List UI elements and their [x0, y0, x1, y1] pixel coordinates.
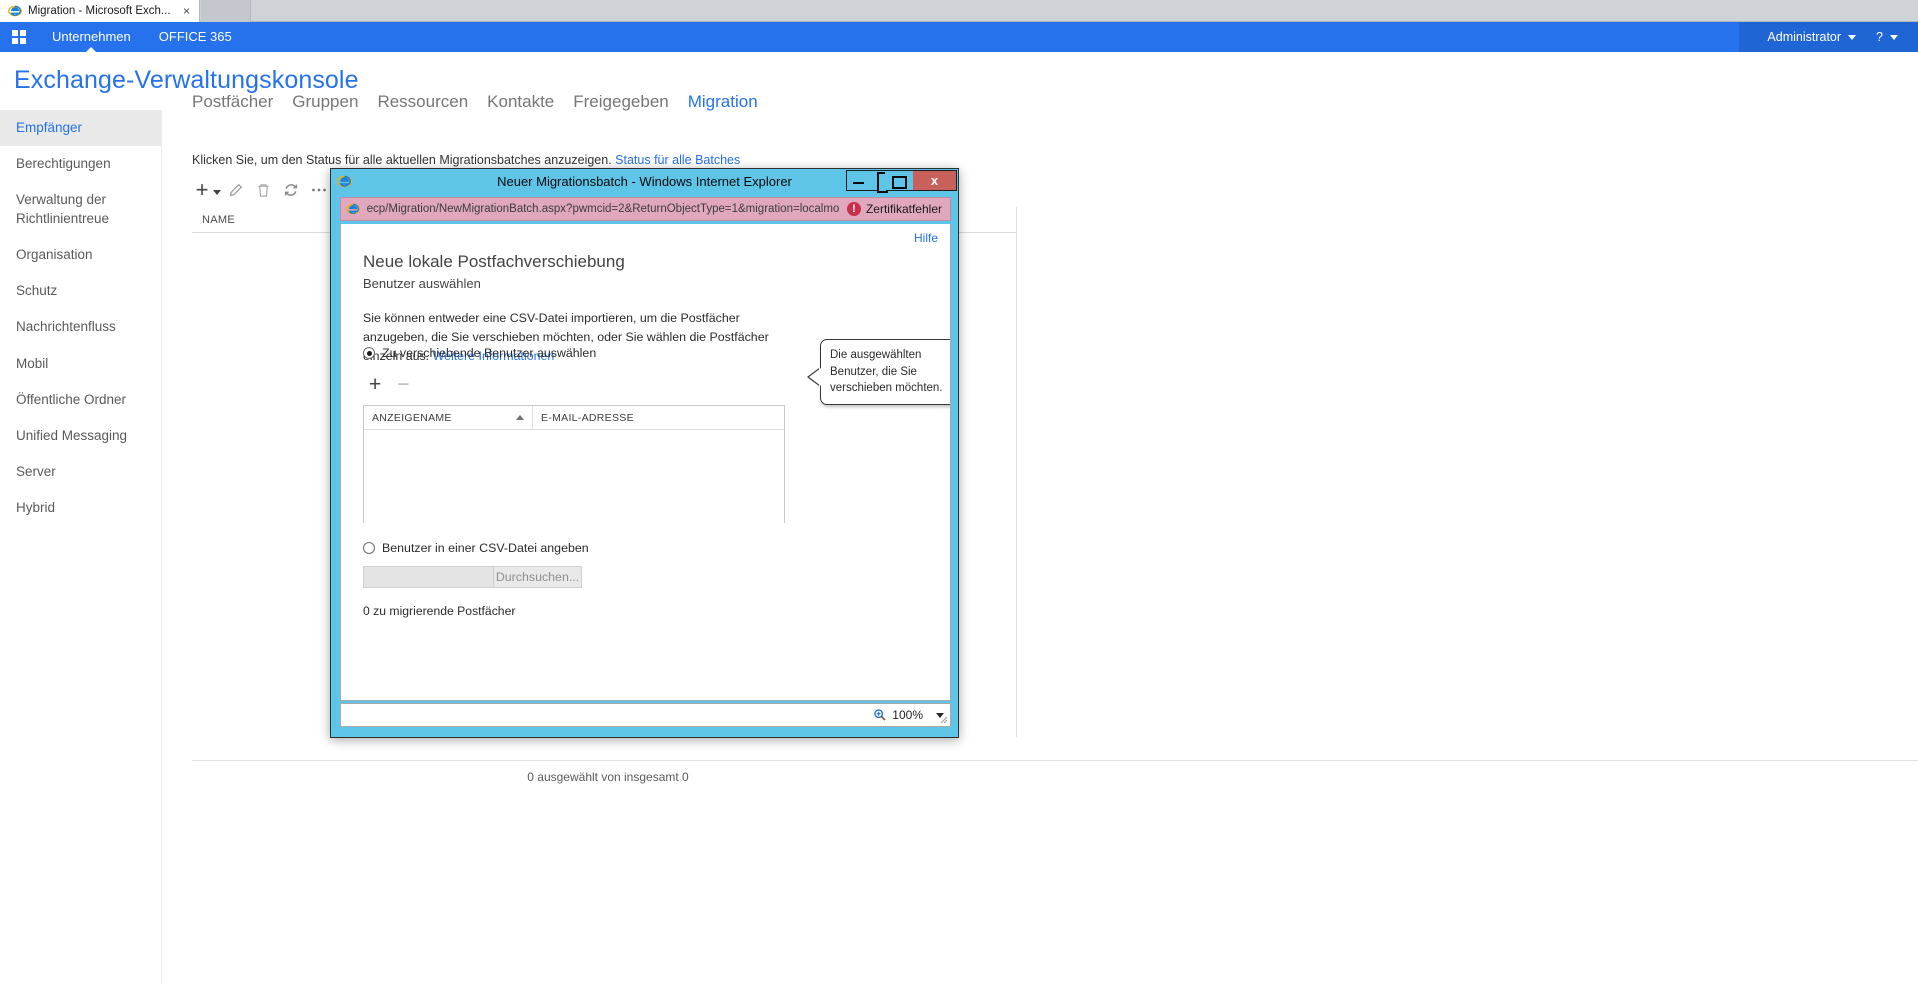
close-button[interactable]: x	[913, 171, 956, 190]
dialog-status-bar: 100%	[340, 703, 951, 727]
window-controls: x	[846, 170, 957, 191]
sidebar-item-berechtigungen[interactable]: Berechtigungen	[0, 146, 161, 182]
browser-tab-title: Migration - Microsoft Exch...	[28, 5, 174, 17]
resize-grip-icon[interactable]	[938, 714, 948, 724]
grid-header-row: ANZEIGENAME E-MAIL-ADRESSE	[364, 406, 784, 430]
radio-csv-row[interactable]: Benutzer in einer CSV-Datei angeben	[363, 541, 589, 555]
add-icon[interactable]: +	[192, 176, 212, 204]
list-selection-status: 0 ausgewählt von insgesamt 0	[0, 770, 1216, 784]
internet-explorer-icon	[341, 202, 365, 216]
question-mark-icon: ?	[1876, 30, 1883, 44]
callout-tail	[809, 368, 821, 386]
tab-ressourcen[interactable]: Ressourcen	[377, 92, 468, 114]
sidebar-item-mobil[interactable]: Mobil	[0, 346, 161, 382]
tab-migration[interactable]: Migration	[688, 92, 758, 114]
refresh-icon[interactable]	[277, 176, 305, 204]
suite-link-office365[interactable]: OFFICE 365	[145, 22, 246, 52]
suite-link-unternehmen[interactable]: Unternehmen	[38, 22, 145, 52]
zoom-control[interactable]: 100%	[873, 708, 944, 722]
radio-csv-label: Benutzer in einer CSV-Datei angeben	[382, 541, 589, 555]
radio-select-users-label: Zu verschiebende Benutzer auswählen	[382, 346, 596, 360]
tooltip-callout: Die ausgewählten Benutzer, die Sie versc…	[820, 339, 951, 405]
list-bottom-divider	[192, 760, 1918, 761]
pivot-tabs: Postfächer Gruppen Ressourcen Kontakte F…	[192, 92, 758, 114]
sidebar-item-nachrichtenfluss[interactable]: Nachrichtenfluss	[0, 309, 161, 345]
radio-select-users-row[interactable]: Zu verschiebende Benutzer auswählen	[363, 346, 596, 360]
csv-file-picker: Durchsuchen...	[363, 566, 582, 588]
more-options-icon[interactable]	[305, 176, 333, 204]
grid-column-display-name-label: ANZEIGENAME	[372, 412, 452, 424]
status-all-batches-link[interactable]: Status für alle Batches	[615, 153, 740, 167]
sidebar-item-oeffentliche-ordner[interactable]: Öffentliche Ordner	[0, 382, 161, 418]
office365-suite-bar: Unternehmen OFFICE 365 Administrator ?	[0, 22, 1918, 52]
csv-file-path-field[interactable]	[363, 566, 494, 588]
address-bar[interactable]: ecp/Migration/NewMigrationBatch.aspx?pwm…	[340, 197, 951, 221]
dialog-heading: Neue lokale Postfachverschiebung	[363, 252, 625, 272]
tab-freigegeben[interactable]: Freigegeben	[573, 92, 668, 114]
tab-kontakte[interactable]: Kontakte	[487, 92, 554, 114]
browser-tab[interactable]: Migration - Microsoft Exch... ×	[0, 0, 200, 22]
list-toolbar: +	[192, 176, 333, 204]
help-menu[interactable]: ?	[1866, 30, 1908, 44]
add-icon[interactable]: +	[369, 374, 381, 395]
sidebar-item-organisation[interactable]: Organisation	[0, 237, 161, 273]
help-link[interactable]: Hilfe	[914, 231, 938, 245]
internet-explorer-icon	[8, 4, 22, 18]
sort-ascending-icon	[516, 415, 524, 420]
remove-icon[interactable]: −	[397, 374, 409, 395]
certificate-error-label: Zertifikatfehler	[866, 202, 942, 216]
window-control-separator	[875, 171, 885, 190]
window-title-bar[interactable]: Neuer Migrationsbatch - Windows Internet…	[331, 169, 958, 194]
radio-button-select-users[interactable]	[363, 347, 375, 359]
app-launcher-icon[interactable]	[0, 22, 38, 52]
list-detail-divider	[1016, 207, 1017, 737]
chevron-down-icon	[1848, 35, 1856, 40]
chevron-down-icon[interactable]	[213, 190, 221, 195]
browse-button[interactable]: Durchsuchen...	[494, 566, 582, 588]
new-tab-button[interactable]	[201, 0, 251, 22]
sidebar-item-empfaenger[interactable]: Empfänger	[0, 110, 161, 146]
tab-gruppen[interactable]: Gruppen	[292, 92, 358, 114]
restore-button[interactable]	[885, 171, 913, 190]
sidebar-item-unified-messaging[interactable]: Unified Messaging	[0, 418, 161, 454]
new-migration-batch-window: Neuer Migrationsbatch - Windows Internet…	[330, 168, 959, 738]
tab-postfaecher[interactable]: Postfächer	[192, 92, 273, 114]
zoom-icon	[873, 708, 887, 722]
sidebar-item-server[interactable]: Server	[0, 454, 161, 490]
sidebar-item-hybrid[interactable]: Hybrid	[0, 490, 161, 526]
certificate-error-button[interactable]: ! Zertifikatfehler	[845, 202, 950, 216]
account-name: Administrator	[1767, 30, 1841, 44]
grid-add-remove-toolbar: + −	[369, 374, 410, 395]
grid-column-email[interactable]: E-MAIL-ADRESSE	[533, 406, 784, 429]
close-icon[interactable]: ×	[180, 5, 193, 17]
suite-bar-right: Administrator ?	[1739, 22, 1918, 52]
grid-column-display-name[interactable]: ANZEIGENAME	[364, 406, 533, 429]
selected-users-grid[interactable]: ANZEIGENAME E-MAIL-ADRESSE	[363, 405, 785, 523]
migration-hint: Klicken Sie, um den Status für alle aktu…	[192, 153, 740, 167]
grid-body-empty	[364, 430, 784, 523]
migration-hint-text: Klicken Sie, um den Status für alle aktu…	[192, 153, 612, 167]
callout-text: Die ausgewählten Benutzer, die Sie versc…	[830, 349, 943, 394]
dialog-page-content: Hilfe Neue lokale Postfachverschiebung B…	[340, 224, 951, 701]
sidebar-item-richtlinientreue[interactable]: Verwaltung der Richtlinientreue	[0, 182, 161, 236]
sidebar: Empfänger Berechtigungen Verwaltung der …	[0, 110, 162, 984]
error-shield-icon: !	[847, 202, 861, 216]
delete-trash-icon[interactable]	[249, 176, 277, 204]
dialog-subheading: Benutzer auswählen	[363, 276, 481, 291]
grid-column-email-label: E-MAIL-ADRESSE	[541, 412, 634, 424]
account-menu[interactable]: Administrator	[1757, 30, 1866, 44]
radio-button-csv[interactable]	[363, 542, 375, 554]
mailbox-count-text: 0 zu migrierende Postfächer	[363, 604, 515, 618]
chevron-down-icon	[1890, 35, 1898, 40]
edit-pencil-icon[interactable]	[221, 176, 249, 204]
page-title: Exchange-Verwaltungskonsole	[14, 66, 359, 95]
browser-tab-strip: Migration - Microsoft Exch... ×	[0, 0, 1918, 22]
minimize-button[interactable]	[847, 171, 875, 190]
address-url-text: ecp/Migration/NewMigrationBatch.aspx?pwm…	[365, 203, 845, 215]
sidebar-item-schutz[interactable]: Schutz	[0, 273, 161, 309]
zoom-level-label: 100%	[892, 708, 923, 722]
